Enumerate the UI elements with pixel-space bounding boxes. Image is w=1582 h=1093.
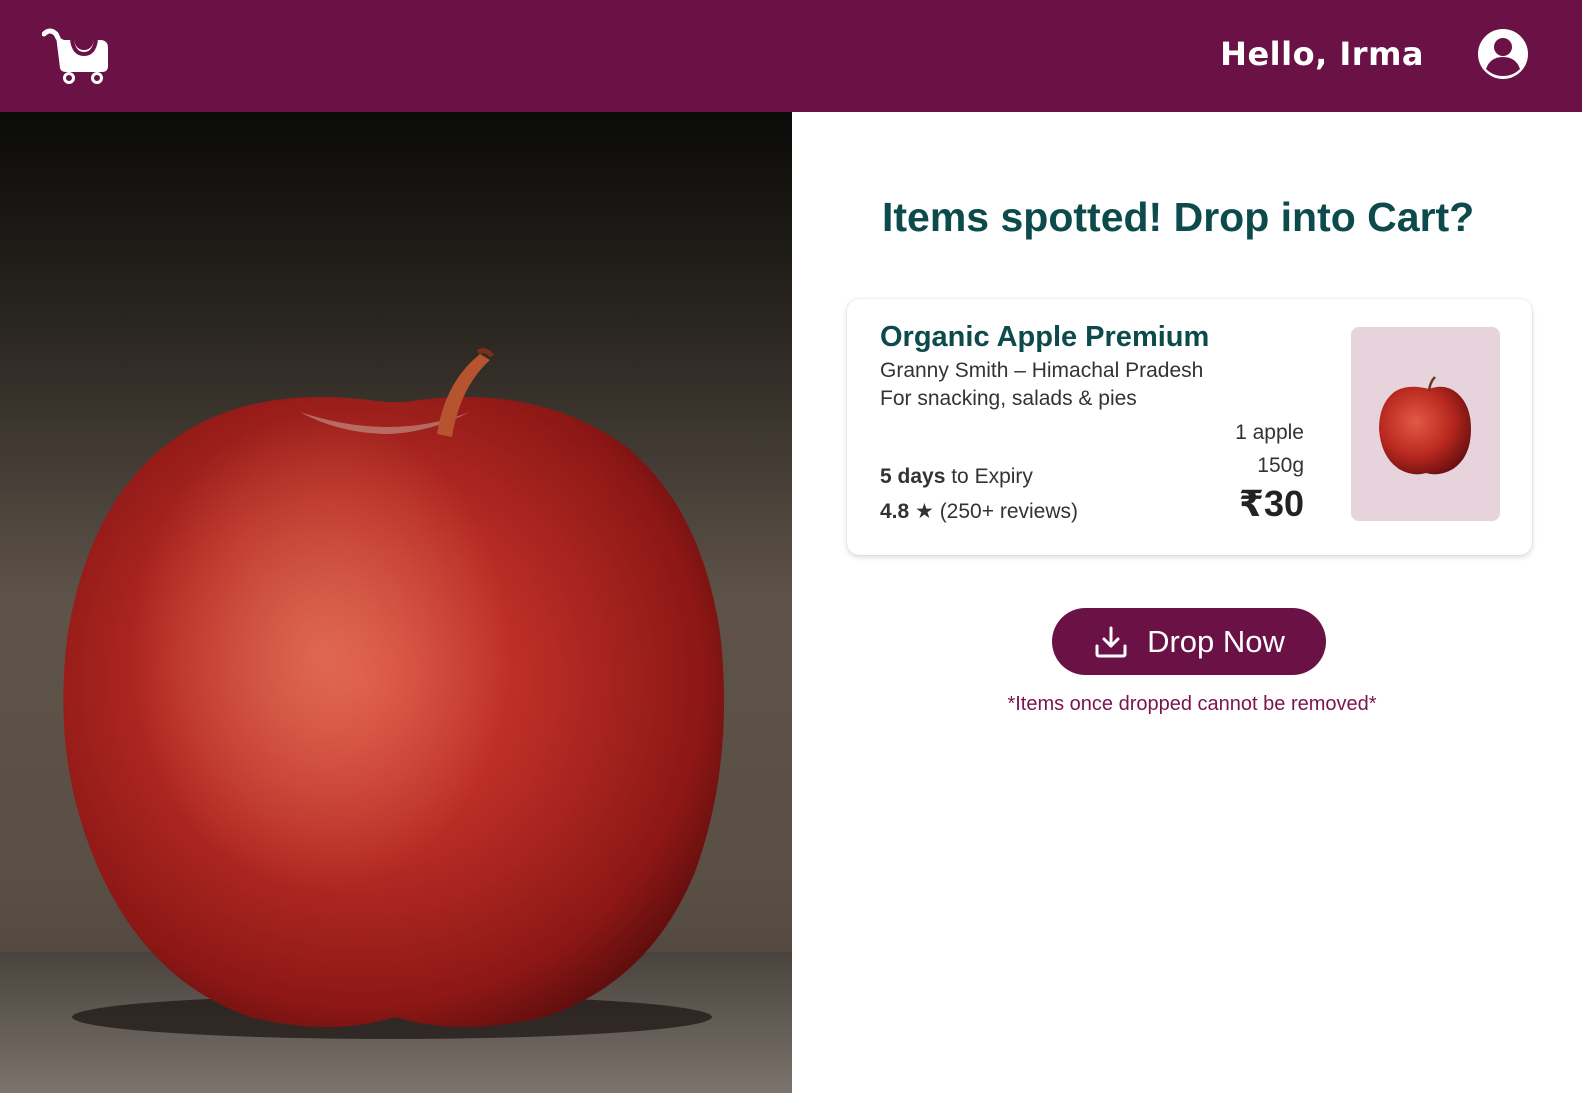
- user-avatar-icon[interactable]: [1476, 27, 1530, 81]
- expiry-info: 5 days to Expiry: [880, 465, 1033, 489]
- rating-value: 4.8 ★: [880, 500, 934, 523]
- shopping-cart-logo-icon[interactable]: [42, 26, 112, 84]
- download-icon: [1095, 626, 1127, 657]
- product-quantity: 1 apple: [1235, 421, 1304, 444]
- product-price: ₹30: [1238, 483, 1304, 524]
- drop-warning-note: *Items once dropped cannot be removed*: [1007, 693, 1377, 715]
- expiry-days: 5 days: [880, 465, 946, 488]
- rating-info: 4.8 ★ (250+ reviews): [880, 499, 1078, 524]
- drop-now-button[interactable]: Drop Now: [1052, 608, 1326, 675]
- product-variety: Granny Smith – Himachal Pradesh: [880, 359, 1204, 382]
- apple-thumbnail: [1351, 327, 1500, 521]
- product-weight: 150g: [1257, 454, 1304, 477]
- drop-now-label: Drop Now: [1147, 623, 1285, 659]
- product-name: Organic Apple Premium: [880, 321, 1210, 353]
- expiry-suffix: to Expiry: [945, 465, 1033, 488]
- apple-photo: [0, 112, 792, 1093]
- rating-reviews: (250+ reviews): [933, 500, 1078, 523]
- greeting-text: Hello, Irma: [1220, 35, 1424, 73]
- product-card[interactable]: Organic Apple Premium Granny Smith – Him…: [847, 299, 1532, 555]
- product-usage: For snacking, salads & pies: [880, 387, 1137, 410]
- page-title: Items spotted! Drop into Cart?: [882, 194, 1475, 240]
- top-bar: Hello, Irma: [0, 0, 1582, 112]
